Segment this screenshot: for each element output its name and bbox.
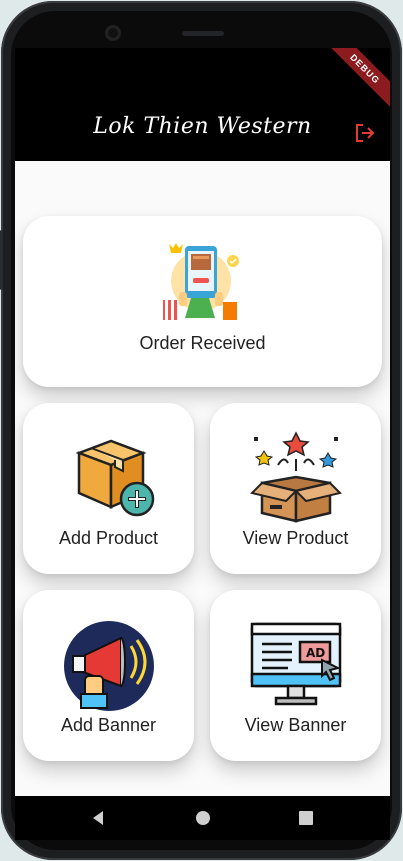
front-camera bbox=[105, 25, 121, 41]
view-product-card[interactable]: View Product bbox=[210, 403, 381, 574]
dashboard-content: Order Received Add Product View Product … bbox=[15, 161, 390, 796]
order-received-label: Order Received bbox=[139, 333, 266, 353]
open-box-fireworks-icon bbox=[250, 431, 342, 523]
back-triangle-icon[interactable] bbox=[89, 808, 109, 828]
view-product-label: View Product bbox=[242, 528, 349, 548]
add-product-label: Add Product bbox=[58, 528, 159, 548]
volume-button bbox=[0, 230, 3, 290]
app-bar: Lok Thien Western DEBUG bbox=[15, 48, 390, 161]
add-product-card[interactable]: Add Product bbox=[23, 403, 194, 574]
order-received-illustration bbox=[163, 243, 239, 320]
add-banner-label: Add Banner bbox=[60, 715, 157, 735]
svg-text:AD: AD bbox=[306, 646, 325, 660]
earpiece-speaker bbox=[182, 31, 224, 36]
order-received-card[interactable]: Order Received bbox=[23, 216, 382, 387]
add-box-icon bbox=[75, 439, 155, 517]
app-title: Lok Thien Western bbox=[93, 114, 312, 139]
ad-monitor-icon: AD bbox=[250, 622, 342, 706]
megaphone-icon bbox=[64, 621, 154, 711]
logout-icon[interactable] bbox=[354, 122, 376, 144]
debug-banner: DEBUG bbox=[319, 48, 390, 115]
view-banner-card[interactable]: AD View Banner bbox=[210, 590, 381, 761]
recents-square-icon[interactable] bbox=[296, 808, 316, 828]
view-banner-label: View Banner bbox=[244, 715, 347, 735]
app-screen: Lok Thien Western DEBUG Order Received A… bbox=[15, 48, 390, 796]
add-banner-card[interactable]: Add Banner bbox=[23, 590, 194, 761]
home-circle-icon[interactable] bbox=[193, 808, 213, 828]
system-nav-bar bbox=[15, 796, 390, 840]
